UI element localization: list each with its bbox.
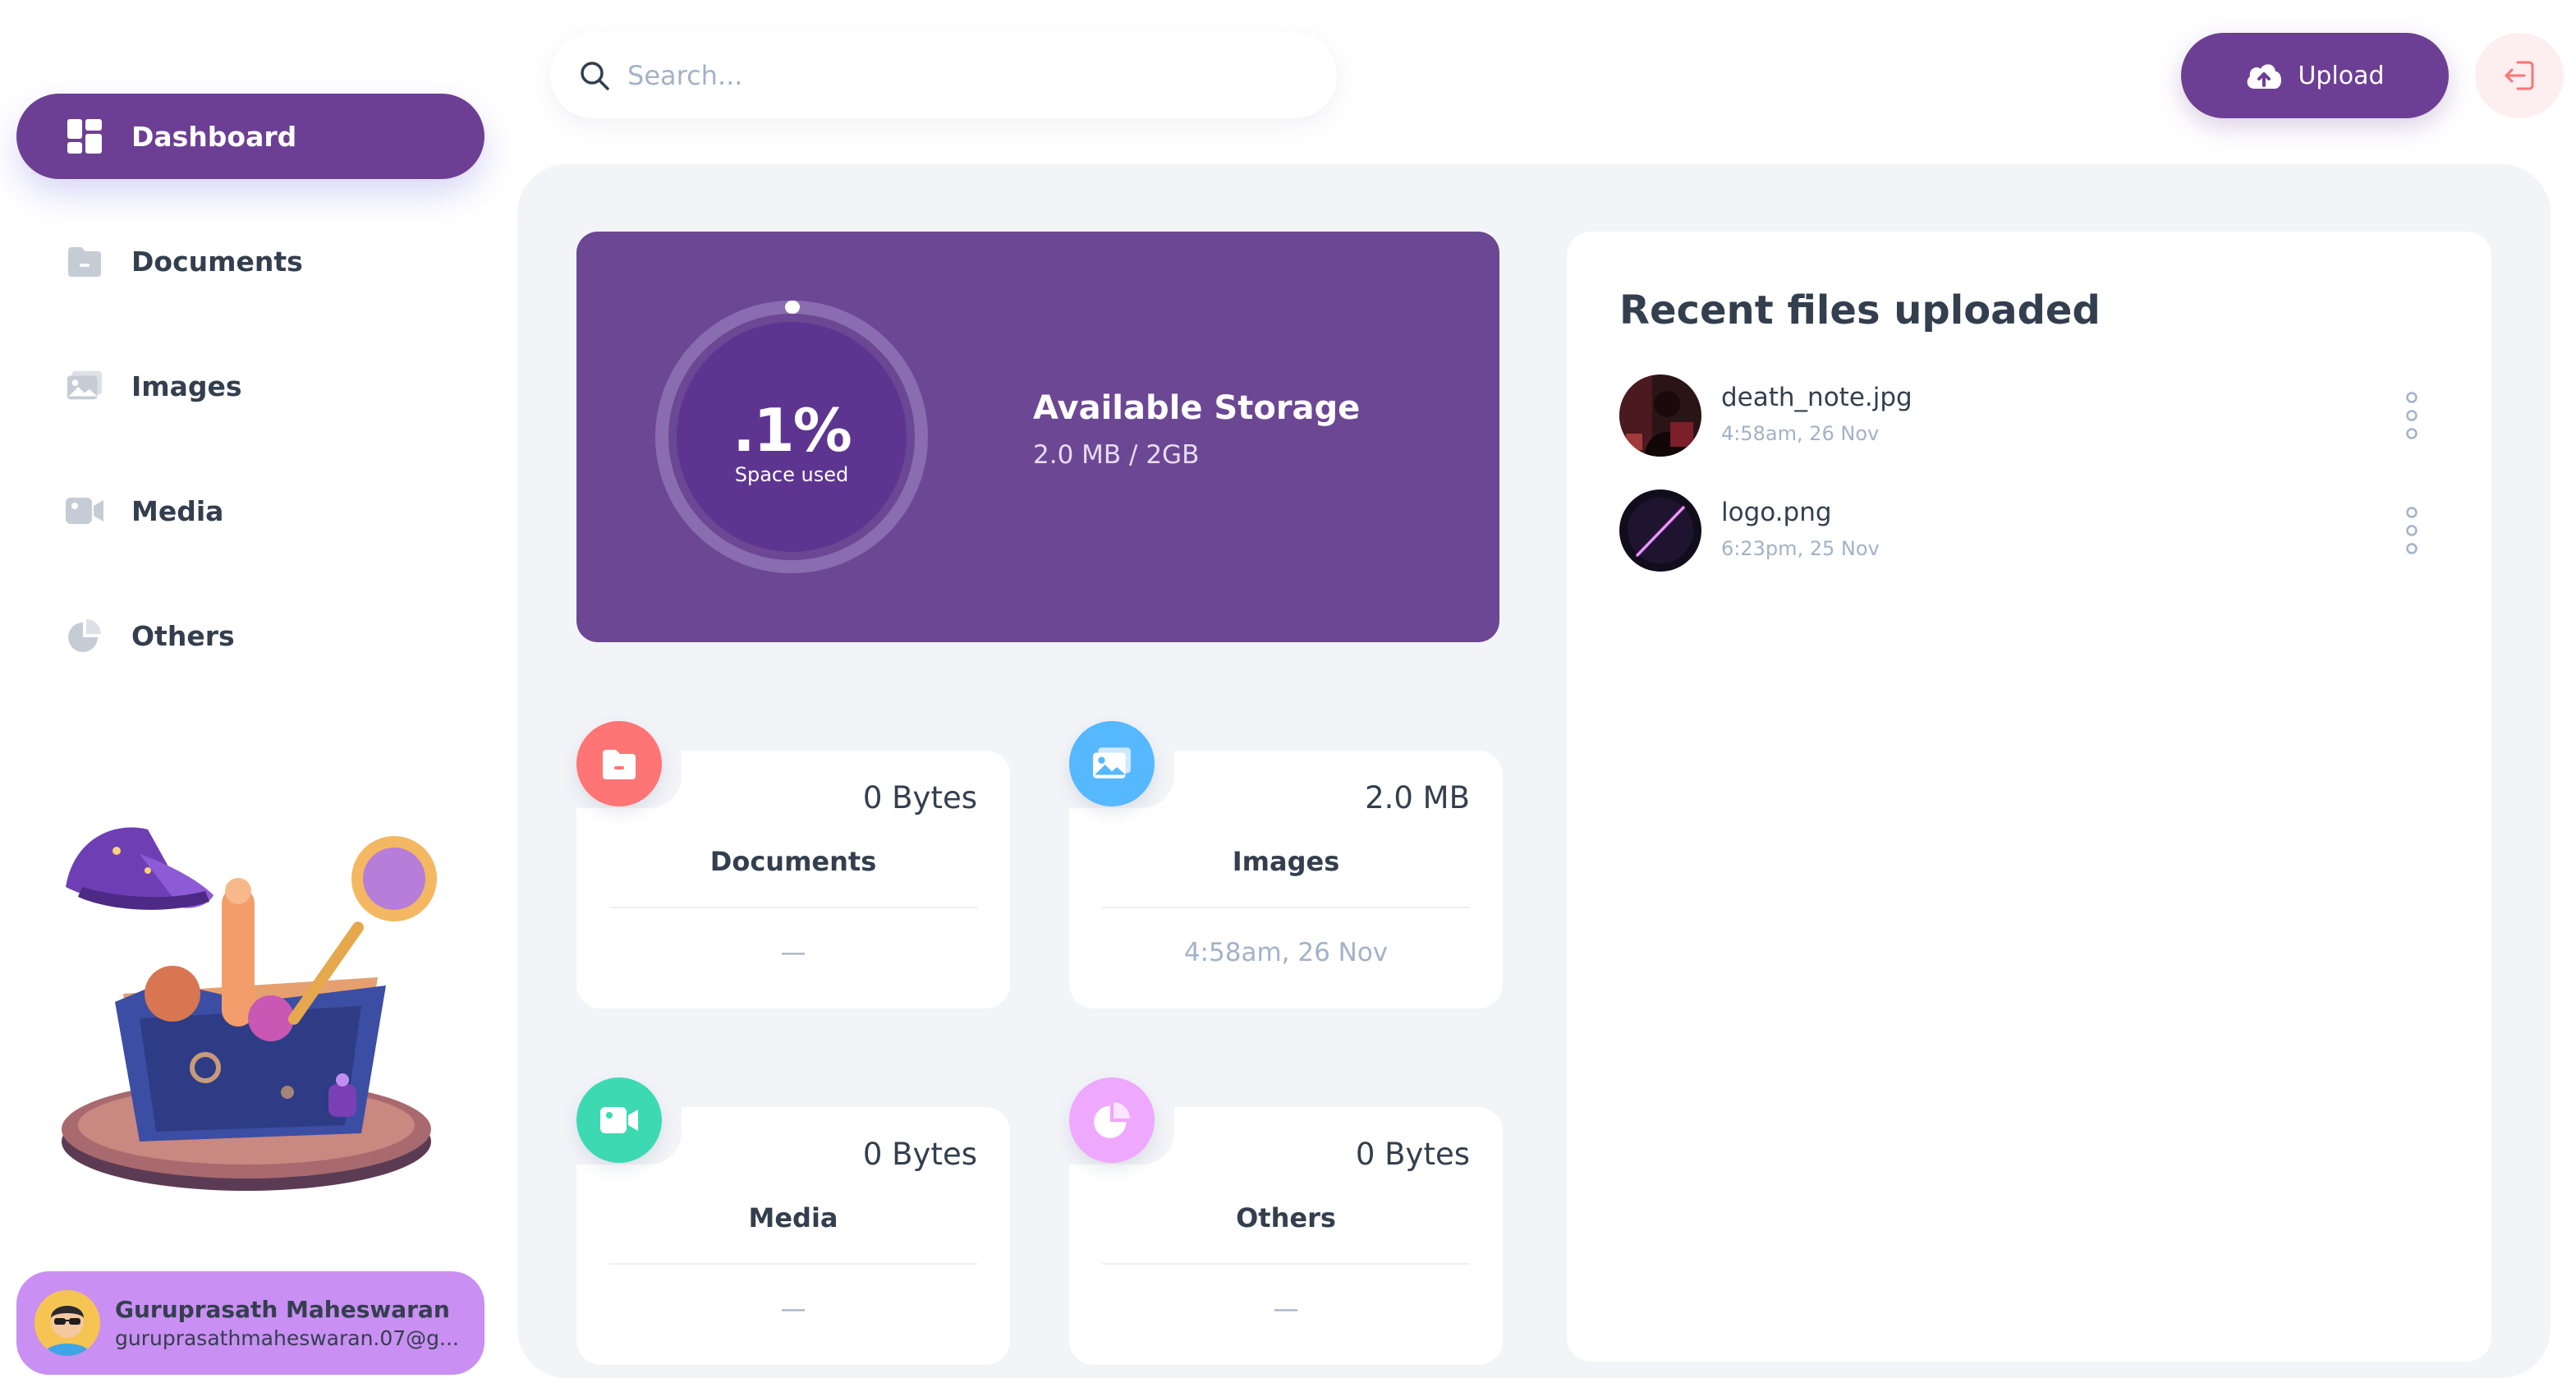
sidebar-item-label: Others [131, 619, 235, 652]
sidebar-item-images[interactable]: Images [16, 343, 484, 429]
category-size: 0 Bytes [862, 780, 977, 815]
upload-button[interactable]: Upload [2181, 33, 2449, 118]
search-input[interactable] [627, 60, 1301, 91]
sidebar: Dashboard Documents Images Media Others … [0, 0, 501, 1392]
storage-usage: 2.0 MB / 2GB [1033, 440, 1200, 470]
recent-files-panel: Recent files uploaded death_note.jpg 4:5… [1567, 232, 2491, 1362]
dashboard-main: .1% Space used Available Storage 2.0 MB … [517, 164, 2551, 1378]
storage-summary-card: .1% Space used Available Storage 2.0 MB … [576, 232, 1499, 642]
category-label: Documents [709, 846, 877, 877]
avatar [34, 1290, 100, 1356]
others-icon [1069, 1077, 1155, 1163]
summary-card-documents[interactable]: 0 Bytes Documents — [576, 721, 1010, 1008]
category-last-updated: — [1273, 1294, 1299, 1324]
file-more-options-icon[interactable] [2399, 391, 2424, 440]
sidebar-item-label: Documents [131, 245, 303, 278]
recent-file-row[interactable]: logo.png 6:23pm, 25 Nov [1619, 489, 2441, 572]
category-last-updated: — [780, 1294, 806, 1324]
sidebar-item-label: Images [131, 370, 242, 402]
sidebar-item-others[interactable]: Others [16, 593, 484, 678]
documents-icon [66, 242, 103, 280]
recent-files-title: Recent files uploaded [1619, 287, 2101, 333]
file-name: logo.png [1721, 498, 1832, 527]
folder-illustration [49, 805, 460, 1215]
search-icon [578, 59, 611, 92]
user-name: Guruprasath Maheswaran [115, 1296, 450, 1323]
divider [609, 907, 977, 908]
summary-card-others[interactable]: 0 Bytes Others — [1069, 1077, 1503, 1365]
others-icon [66, 617, 103, 655]
file-date: 4:58am, 26 Nov [1721, 422, 1880, 445]
file-more-options-icon[interactable] [2399, 506, 2424, 555]
user-email: guruprasathmaheswaran.07@g... [115, 1326, 459, 1350]
storage-percent-caption: Space used [734, 463, 849, 486]
sidebar-item-label: Media [131, 494, 224, 527]
category-label: Others [1236, 1202, 1336, 1234]
file-date: 6:23pm, 25 Nov [1721, 537, 1880, 560]
media-icon [66, 492, 103, 530]
upload-button-label: Upload [2298, 61, 2385, 90]
documents-icon [576, 721, 662, 806]
logout-icon [2501, 57, 2537, 94]
file-thumbnail [1619, 489, 1701, 572]
category-size: 0 Bytes [1355, 1137, 1470, 1172]
summary-card-images[interactable]: 2.0 MB Images 4:58am, 26 Nov [1069, 721, 1503, 1008]
sidebar-item-media[interactable]: Media [16, 468, 484, 554]
user-profile-card[interactable]: Guruprasath Maheswaran guruprasathmahesw… [16, 1271, 484, 1375]
file-thumbnail [1619, 374, 1701, 457]
images-icon [66, 367, 103, 405]
file-name: death_note.jpg [1721, 383, 1912, 412]
images-icon [1069, 721, 1155, 806]
divider [1102, 1263, 1470, 1265]
storage-percent: .1% [732, 396, 852, 465]
recent-file-row[interactable]: death_note.jpg 4:58am, 26 Nov [1619, 374, 2441, 457]
divider [609, 1263, 977, 1265]
cloud-upload-icon [2245, 61, 2283, 90]
divider [1102, 907, 1470, 908]
category-label: Images [1232, 846, 1340, 877]
storage-title: Available Storage [1033, 389, 1361, 427]
category-size: 2.0 MB [1365, 780, 1470, 815]
sidebar-item-documents[interactable]: Documents [16, 218, 484, 304]
sidebar-item-dashboard[interactable]: Dashboard [16, 94, 484, 179]
sidebar-item-label: Dashboard [131, 120, 297, 153]
dashboard-icon [66, 117, 103, 155]
category-label: Media [748, 1202, 838, 1234]
media-icon [576, 1077, 662, 1163]
category-last-updated: — [780, 938, 806, 967]
summary-card-media[interactable]: 0 Bytes Media — [576, 1077, 1010, 1365]
logout-button[interactable] [2475, 33, 2564, 118]
search-bar[interactable] [550, 33, 1337, 118]
category-last-updated: 4:58am, 26 Nov [1183, 938, 1389, 967]
category-size: 0 Bytes [862, 1137, 977, 1172]
